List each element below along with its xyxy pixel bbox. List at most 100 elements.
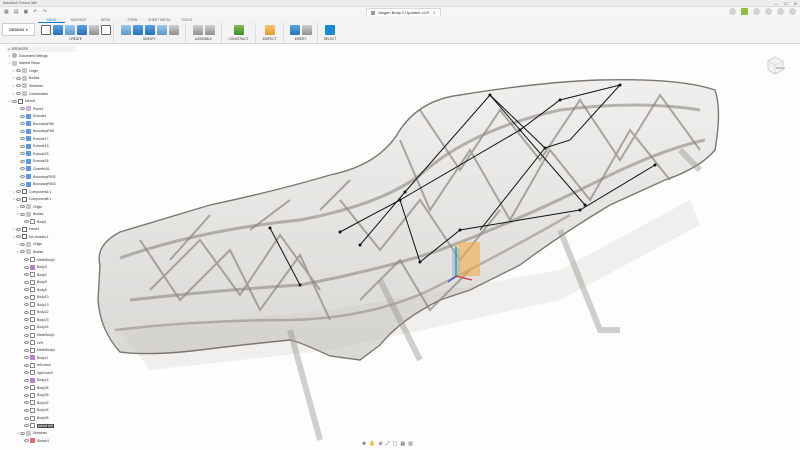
move-icon[interactable] <box>168 24 179 35</box>
display-icon[interactable]: ▢ <box>393 441 398 448</box>
visibility-eye-icon[interactable] <box>20 250 25 254</box>
visibility-eye-icon[interactable] <box>24 310 29 314</box>
view-cube[interactable]: RIGHT <box>764 54 786 76</box>
visibility-eye-icon[interactable] <box>24 393 29 397</box>
visibility-eye-icon[interactable] <box>20 167 25 171</box>
visibility-eye-icon[interactable] <box>24 348 29 352</box>
visibility-eye-icon[interactable] <box>16 190 21 194</box>
fit-icon[interactable]: ⤢ <box>386 441 390 448</box>
create-menu[interactable]: CREATE <box>69 37 82 41</box>
modify-menu[interactable]: MODIFY <box>143 37 155 41</box>
browser-node[interactable]: ▽ Bodies <box>6 248 76 256</box>
visibility-eye-icon[interactable] <box>24 325 29 329</box>
chamfer-icon[interactable] <box>144 24 155 35</box>
browser-node[interactable]: BoundaryFill8 <box>6 127 76 135</box>
visibility-eye-icon[interactable] <box>24 341 29 345</box>
select-menu[interactable]: SELECT <box>324 37 336 41</box>
browser-node[interactable]: Body8 <box>6 286 76 294</box>
browser-node[interactable]: Extrude17 <box>6 135 76 143</box>
visibility-eye-icon[interactable] <box>24 288 29 292</box>
collapse-icon[interactable]: ◂ <box>8 47 10 51</box>
visibility-eye-icon[interactable] <box>24 333 29 337</box>
visibility-eye-icon[interactable] <box>24 408 29 412</box>
browser-node[interactable]: ▷ Named Views <box>6 60 76 68</box>
visibility-eye-icon[interactable] <box>16 235 21 239</box>
zoom-icon[interactable]: ⊕ <box>378 441 382 448</box>
visibility-eye-icon[interactable] <box>12 99 17 103</box>
notifications-icon[interactable] <box>765 8 772 15</box>
inspect-menu[interactable]: INSPECT <box>263 37 277 41</box>
browser-node[interactable]: Body4 <box>6 271 76 279</box>
browser-node[interactable]: Body45 <box>6 414 76 422</box>
visibility-eye-icon[interactable] <box>20 205 25 209</box>
pan-icon[interactable]: ✋ <box>369 441 375 448</box>
select-cursor-icon[interactable] <box>325 24 335 35</box>
undo-icon[interactable]: ↶ <box>33 9 37 15</box>
browser-node[interactable]: Body24 <box>6 324 76 332</box>
new-tab-icon[interactable] <box>729 8 736 15</box>
visibility-eye-icon[interactable] <box>24 371 29 375</box>
visibility-eye-icon[interactable] <box>24 273 29 277</box>
insert-menu[interactable]: INSERT <box>295 37 307 41</box>
file-icon[interactable]: ▤ <box>14 9 19 15</box>
visibility-eye-icon[interactable] <box>24 318 29 322</box>
browser-node[interactable]: ▷ Origin <box>6 241 76 249</box>
insert-mesh-icon[interactable] <box>301 24 312 35</box>
browser-node[interactable]: Body3 <box>6 263 76 271</box>
extensions-icon[interactable] <box>741 8 748 15</box>
insert-canvas-icon[interactable] <box>289 24 300 35</box>
browser-node[interactable]: Body34 <box>6 384 76 392</box>
browser-node[interactable]: Extrude25 <box>6 150 76 158</box>
browser-node[interactable]: Left <box>6 339 76 347</box>
browser-node[interactable]: Body23 <box>6 316 76 324</box>
browser-node[interactable]: Chamfer31 <box>6 165 76 173</box>
visibility-eye-icon[interactable] <box>20 107 25 111</box>
visibility-eye-icon[interactable] <box>20 212 25 216</box>
browser-node[interactable]: ▷ frame1 <box>6 226 76 234</box>
offset-plane-icon[interactable] <box>233 24 244 35</box>
assemble-menu[interactable]: ASSEMBLE <box>195 37 212 41</box>
visibility-eye-icon[interactable] <box>20 137 25 141</box>
visibility-eye-icon[interactable] <box>16 92 21 95</box>
save-icon[interactable]: ▣ <box>23 9 28 15</box>
browser-node[interactable]: ▷ Origin <box>6 203 76 211</box>
joint-icon[interactable] <box>204 24 215 35</box>
visibility-eye-icon[interactable] <box>24 280 29 284</box>
visibility-eye-icon[interactable] <box>16 84 21 88</box>
visibility-eye-icon[interactable] <box>24 220 29 224</box>
browser-node[interactable]: ▷ Sketches <box>6 82 76 90</box>
visibility-eye-icon[interactable] <box>24 258 29 262</box>
close-window-button[interactable]: ✕ <box>794 1 797 6</box>
visibility-eye-icon[interactable] <box>24 303 29 307</box>
visibility-eye-icon[interactable] <box>24 386 29 390</box>
visibility-eye-icon[interactable] <box>16 69 21 73</box>
hole-icon[interactable] <box>76 24 87 35</box>
browser-node[interactable]: Body1 <box>6 218 76 226</box>
browser-node[interactable]: ▷ Origin <box>6 67 76 75</box>
browser-node[interactable]: Extrude26 <box>6 158 76 166</box>
browser-node[interactable]: Body14 <box>6 377 76 385</box>
help-icon[interactable] <box>777 8 784 15</box>
browser-node[interactable]: BoundaryFill6 <box>6 120 76 128</box>
visibility-eye-icon[interactable] <box>24 378 29 382</box>
grid-icon[interactable]: ▦ <box>400 441 405 448</box>
browser-node[interactable]: ▽ Sketches <box>6 429 76 437</box>
browser-node[interactable]: BoundaryFill33 <box>6 180 76 188</box>
browser-node[interactable]: Body44 <box>6 407 76 415</box>
visibility-eye-icon[interactable] <box>24 416 29 420</box>
fillet-icon[interactable] <box>132 24 143 35</box>
job-status-icon[interactable] <box>753 8 760 15</box>
measure-icon[interactable] <box>264 24 275 35</box>
visibility-eye-icon[interactable] <box>16 76 21 80</box>
browser-node[interactable]: ▽ Component6:1 <box>6 195 76 203</box>
visibility-eye-icon[interactable] <box>24 424 29 428</box>
browser-node[interactable]: ▷ Document Settings <box>6 52 76 60</box>
browser-node[interactable]: Body10 <box>6 294 76 302</box>
visibility-eye-icon[interactable] <box>16 197 21 201</box>
visibility-eye-icon[interactable] <box>20 159 25 163</box>
maximize-button[interactable]: ☐ <box>784 1 788 6</box>
visibility-eye-icon[interactable] <box>20 431 25 435</box>
document-tab[interactable]: Vargen Body 2 Updated v24* ✕ <box>366 8 441 16</box>
browser-node[interactable]: Body42 <box>6 399 76 407</box>
browser-node[interactable]: Body13 <box>6 301 76 309</box>
